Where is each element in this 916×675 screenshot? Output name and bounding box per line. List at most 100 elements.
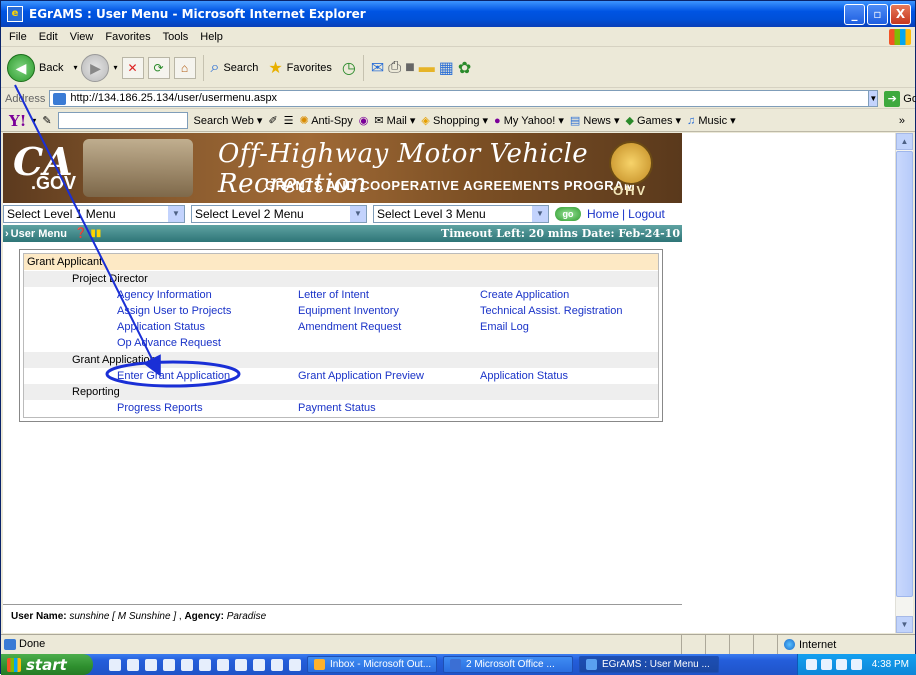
equipment-inventory-link[interactable]: Equipment Inventory [298, 305, 399, 317]
search-label[interactable]: Search [223, 62, 258, 74]
agency-information-link[interactable]: Agency Information [117, 289, 212, 301]
section-header: Grant Application [24, 352, 658, 368]
highlight-pencil-icon[interactable]: ✐ [268, 114, 277, 127]
start-button[interactable]: start [1, 654, 93, 675]
menu-tools[interactable]: Tools [163, 31, 189, 43]
grant-application-preview-link[interactable]: Grant Application Preview [298, 370, 424, 382]
search-web-button[interactable]: Search Web ▾ [194, 114, 263, 127]
minimize-button[interactable]: _ [844, 4, 865, 25]
news-icon: ▤ [569, 115, 581, 127]
level3-menu-select[interactable]: Select Level 3 Menu ▼ [373, 205, 549, 223]
quick-launch-icon[interactable] [163, 658, 175, 671]
quick-launch-icon[interactable] [217, 658, 229, 671]
quick-launch-icon[interactable] [181, 658, 193, 671]
back-label[interactable]: Back [39, 62, 63, 74]
logout-link[interactable]: Logout [628, 207, 665, 221]
quick-launch-icon[interactable] [145, 658, 157, 671]
level2-menu-select[interactable]: Select Level 2 Menu ▼ [191, 205, 367, 223]
pencil-icon[interactable]: ✎ [42, 114, 51, 127]
vertical-scrollbar[interactable]: ▲ ▼ [895, 133, 913, 633]
table-row: Op Advance Request [24, 335, 658, 351]
print-icon[interactable]: ⎙ [388, 59, 401, 77]
help-icon[interactable]: ❓ [75, 228, 87, 239]
maximize-button[interactable]: ▫ [867, 4, 888, 25]
yahoo-logo-icon[interactable]: Y! [9, 112, 26, 130]
quick-launch-icon[interactable] [127, 658, 139, 671]
edit-icon[interactable]: ■ [405, 59, 415, 77]
history-icon[interactable]: ◷ [342, 58, 356, 78]
level1-menu-select[interactable]: Select Level 1 Menu ▼ [3, 205, 185, 223]
dropdown-icon[interactable]: ▾ [113, 63, 117, 72]
technical-assist-link[interactable]: Technical Assist. Registration [480, 305, 622, 317]
menu-edit[interactable]: Edit [39, 31, 58, 43]
research-icon[interactable]: ▦ [439, 58, 454, 78]
news-button[interactable]: ▤ News ▾ [570, 114, 620, 127]
home-icon[interactable]: ⌂ [173, 56, 196, 79]
task-office[interactable]: 2 Microsoft Office ... [443, 656, 573, 673]
stop-icon[interactable]: ✕ [121, 56, 144, 79]
anti-spy-button[interactable]: ✺ Anti-Spy [300, 114, 353, 127]
task-outlook[interactable]: Inbox - Microsoft Out... [307, 656, 437, 673]
favorites-label[interactable]: Favorites [287, 62, 332, 74]
application-status-link[interactable]: Application Status [117, 321, 205, 333]
amendment-request-link[interactable]: Amendment Request [298, 321, 401, 333]
tray-icon[interactable] [835, 659, 847, 670]
mail-icon[interactable]: ✉ [371, 58, 384, 78]
dropdown-icon[interactable]: ▾ [32, 116, 36, 125]
book-icon[interactable]: ▮▮ [90, 228, 101, 239]
windows-taskbar: start Inbox - Microsoft Out... 2 Microso… [1, 654, 916, 675]
menu-favorites[interactable]: Favorites [105, 31, 150, 43]
quick-launch-icon[interactable] [253, 658, 265, 671]
create-application-link[interactable]: Create Application [480, 289, 569, 301]
op-advance-request-link[interactable]: Op Advance Request [117, 337, 221, 349]
my-yahoo-button[interactable]: ● My Yahoo! ▾ [494, 114, 564, 127]
mail-button[interactable]: ✉ Mail ▾ [374, 114, 415, 127]
more-chevron-icon[interactable]: » [899, 115, 905, 127]
back-arrow-icon[interactable]: ◀ [7, 53, 35, 82]
refresh-icon[interactable]: ⟳ [147, 56, 170, 79]
home-link[interactable]: Home [587, 207, 619, 221]
address-input[interactable]: http://134.186.25.134/user/usermenu.aspx [49, 90, 870, 107]
quick-launch-icon[interactable] [109, 658, 121, 671]
games-button[interactable]: ◆ Games ▾ [625, 114, 681, 127]
yahoo-search-input[interactable] [57, 112, 188, 129]
folder-icon[interactable]: ▬ [419, 59, 435, 77]
address-dropdown-icon[interactable]: ▼ [868, 90, 879, 107]
anti-spy-icon: ✺ [299, 115, 309, 127]
dropdown-icon[interactable]: ▾ [73, 63, 77, 72]
go-menu-button[interactable]: go [555, 207, 581, 221]
tray-icon[interactable] [805, 659, 817, 670]
menu-view[interactable]: View [70, 31, 94, 43]
forward-arrow-icon[interactable]: ▶ [81, 53, 110, 82]
popup-blocker-icon[interactable]: ◉ [359, 114, 369, 127]
assign-user-link[interactable]: Assign User to Projects [117, 305, 231, 317]
payment-status-link[interactable]: Payment Status [298, 402, 376, 414]
scroll-up-icon[interactable]: ▲ [896, 133, 913, 150]
quick-launch-icon[interactable] [271, 658, 283, 671]
nav-separator: | [622, 207, 626, 221]
letter-of-intent-link[interactable]: Letter of Intent [298, 289, 369, 301]
scroll-thumb[interactable] [896, 151, 913, 597]
tray-icon[interactable] [820, 659, 832, 670]
go-button[interactable]: ➔ Go [884, 90, 916, 107]
menu-file[interactable]: File [9, 31, 27, 43]
scroll-down-icon[interactable]: ▼ [896, 616, 913, 633]
quick-launch-icon[interactable] [199, 658, 211, 671]
music-button[interactable]: ♫ Music ▾ [687, 114, 736, 127]
quick-launch-icon[interactable] [289, 658, 301, 671]
grant-application-status-link[interactable]: Application Status [480, 370, 568, 382]
email-log-link[interactable]: Email Log [480, 321, 529, 333]
favorites-star-icon[interactable]: ★ [268, 58, 282, 78]
tray-icon[interactable] [850, 659, 862, 670]
search-icon[interactable]: ⌕ [211, 59, 220, 77]
task-egrams[interactable]: EGrAMS : User Menu ... [579, 656, 719, 673]
messenger-icon[interactable]: ✿ [458, 58, 471, 78]
progress-reports-link[interactable]: Progress Reports [117, 402, 203, 414]
list-icon[interactable]: ☰ [284, 114, 294, 127]
quick-launch-icon[interactable] [235, 658, 247, 671]
close-button[interactable]: X [890, 4, 911, 25]
enter-grant-application-link[interactable]: Enter Grant Application [117, 370, 230, 382]
menu-help[interactable]: Help [200, 31, 223, 43]
shopping-button[interactable]: ◈ Shopping ▾ [421, 114, 488, 127]
task-egrams-label: EGrAMS : User Menu ... [602, 659, 710, 670]
